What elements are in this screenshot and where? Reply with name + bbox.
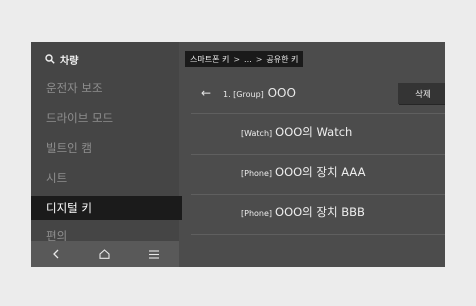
- breadcrumb-item-smartphone-key[interactable]: 스마트폰 키: [190, 54, 229, 65]
- sidebar-item-drive-mode[interactable]: 드라이브 모드: [31, 106, 179, 130]
- device-row-phone-aaa[interactable]: [Phone] OOO의 장치 AAA: [241, 164, 365, 180]
- device-name: OOO의 장치 AAA: [275, 165, 366, 179]
- delete-button[interactable]: 삭제: [398, 83, 445, 104]
- breadcrumb: 스마트폰 키 > ... > 공유한 키: [185, 51, 304, 67]
- chevron-right-icon: >: [255, 54, 263, 64]
- device-type-tag: [Phone]: [241, 169, 273, 178]
- device-row-watch[interactable]: [Watch] OOO의 Watch: [241, 124, 352, 140]
- back-arrow-icon[interactable]: ←: [201, 86, 211, 100]
- device-name: OOO의 장치 BBB: [275, 205, 365, 219]
- back-button[interactable]: [41, 244, 71, 264]
- breadcrumb-item-ellipsis[interactable]: ...: [244, 55, 252, 64]
- device-name: OOO의 Watch: [275, 125, 353, 139]
- menu-icon: [149, 249, 160, 259]
- chevron-right-icon: >: [233, 54, 241, 64]
- home-icon: [99, 249, 111, 259]
- sidebar-item-digital-key[interactable]: 디지털 키: [31, 196, 182, 220]
- sidebar-item-convenience[interactable]: 편의: [31, 225, 179, 241]
- device-row-phone-bbb[interactable]: [Phone] OOO의 장치 BBB: [241, 204, 365, 220]
- search-icon: [45, 54, 55, 64]
- search-button[interactable]: 차량: [45, 51, 78, 67]
- sidebar-item-builtin-cam[interactable]: 빌트인 캠: [31, 136, 179, 160]
- group-title: 1. [Group] OOO: [223, 86, 296, 100]
- device-type-tag: [Phone]: [241, 209, 273, 218]
- sidebar-item-driver-assist[interactable]: 운전자 보조: [31, 76, 179, 100]
- device-type-tag: [Watch]: [241, 129, 273, 138]
- menu-button[interactable]: [139, 244, 169, 264]
- sidebar-item-seat[interactable]: 시트: [31, 166, 179, 190]
- home-button[interactable]: [90, 244, 120, 264]
- divider: [191, 154, 445, 155]
- infotainment-screen: 차량 운전자 보조 드라이브 모드 빌트인 캠 시트 디지털 키 편의 스마트폰…: [31, 42, 445, 267]
- chevron-left-icon: [52, 249, 59, 259]
- group-name: OOO: [267, 86, 296, 100]
- divider: [191, 234, 445, 235]
- divider: [191, 194, 445, 195]
- breadcrumb-item-shared-key: 공유한 키: [266, 54, 299, 64]
- search-label: 차량: [60, 55, 79, 67]
- group-prefix: 1. [Group]: [223, 90, 264, 99]
- sidebar: 차량 운전자 보조 드라이브 모드 빌트인 캠 시트 디지털 키 편의: [31, 42, 182, 267]
- bottom-nav-bar: [31, 241, 179, 267]
- divider: [191, 113, 445, 114]
